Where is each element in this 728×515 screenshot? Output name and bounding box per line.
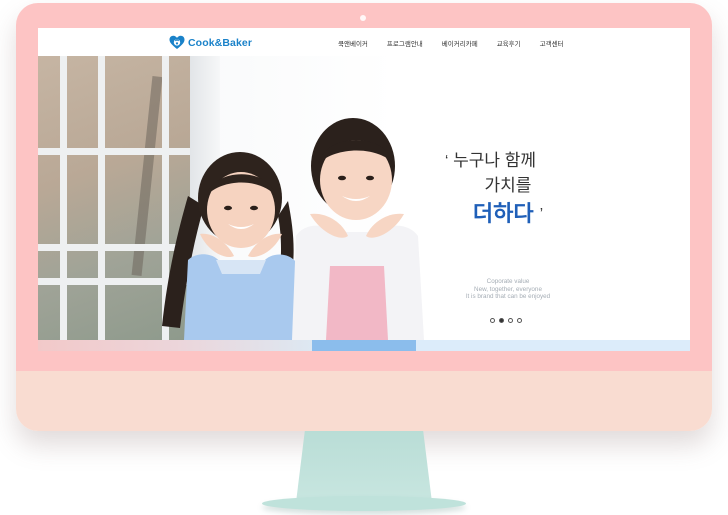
open-quote-mark: ‘ bbox=[445, 152, 449, 169]
menu-item-customer-center[interactable]: 고객센터 bbox=[540, 38, 564, 48]
hero-banner: ‘ 누구나 함께 가치를 더하다 ’ Coporate value New, t… bbox=[38, 56, 690, 340]
website-screen: Cook&Baker 쿡앤베이커 프로그램안내 베이커리카페 교육후기 고객센터 bbox=[38, 28, 690, 351]
menu-item-reviews[interactable]: 교육후기 bbox=[497, 38, 521, 48]
slider-dot[interactable] bbox=[508, 318, 513, 323]
heart-logo-icon bbox=[169, 35, 185, 49]
brand-name: Cook&Baker bbox=[188, 36, 253, 49]
slider-dot-active[interactable] bbox=[499, 318, 504, 323]
monitor-stand-base bbox=[262, 496, 466, 511]
camera-icon bbox=[360, 15, 366, 21]
menu-item-cookandbaker[interactable]: 쿡앤베이커 bbox=[338, 38, 368, 48]
hero-children-image bbox=[162, 118, 424, 340]
main-menu: 쿡앤베이커 프로그램안내 베이커리카페 교육후기 고객센터 bbox=[338, 38, 583, 48]
subtext-line-3: It is brand that can be enjoyed bbox=[465, 293, 551, 300]
close-quote-mark: ’ bbox=[539, 205, 544, 222]
hero-slogan: ‘ 누구나 함께 가치를 더하다 ’ bbox=[443, 148, 573, 230]
slider-dot[interactable] bbox=[517, 318, 522, 323]
slider-pagination bbox=[490, 318, 526, 323]
slider-dot[interactable] bbox=[490, 318, 495, 323]
monitor-stand bbox=[295, 431, 433, 503]
menu-item-bakery-cafe[interactable]: 베이커리카페 bbox=[442, 38, 478, 48]
bottom-tab-strip bbox=[38, 340, 690, 351]
hero-subtext: Coporate value New, together, everyone I… bbox=[443, 278, 573, 301]
menu-item-programs[interactable]: 프로그램안내 bbox=[387, 38, 423, 48]
brand-logo[interactable]: Cook&Baker bbox=[169, 35, 252, 50]
subtext-line-2: New, together, everyone bbox=[474, 285, 542, 293]
slogan-line-3: 더하다 bbox=[472, 201, 534, 226]
slogan-line-2: 가치를 bbox=[484, 176, 532, 195]
top-navbar: Cook&Baker 쿡앤베이커 프로그램안내 베이커리카페 교육후기 고객센터 bbox=[38, 28, 690, 57]
tab-strip-segment[interactable] bbox=[38, 340, 312, 351]
slogan-line-1: 누구나 함께 bbox=[453, 151, 537, 170]
monitor-chin bbox=[16, 371, 712, 431]
tab-strip-active-segment[interactable] bbox=[312, 340, 416, 351]
subtext-line-1: Coporate value bbox=[486, 278, 530, 285]
